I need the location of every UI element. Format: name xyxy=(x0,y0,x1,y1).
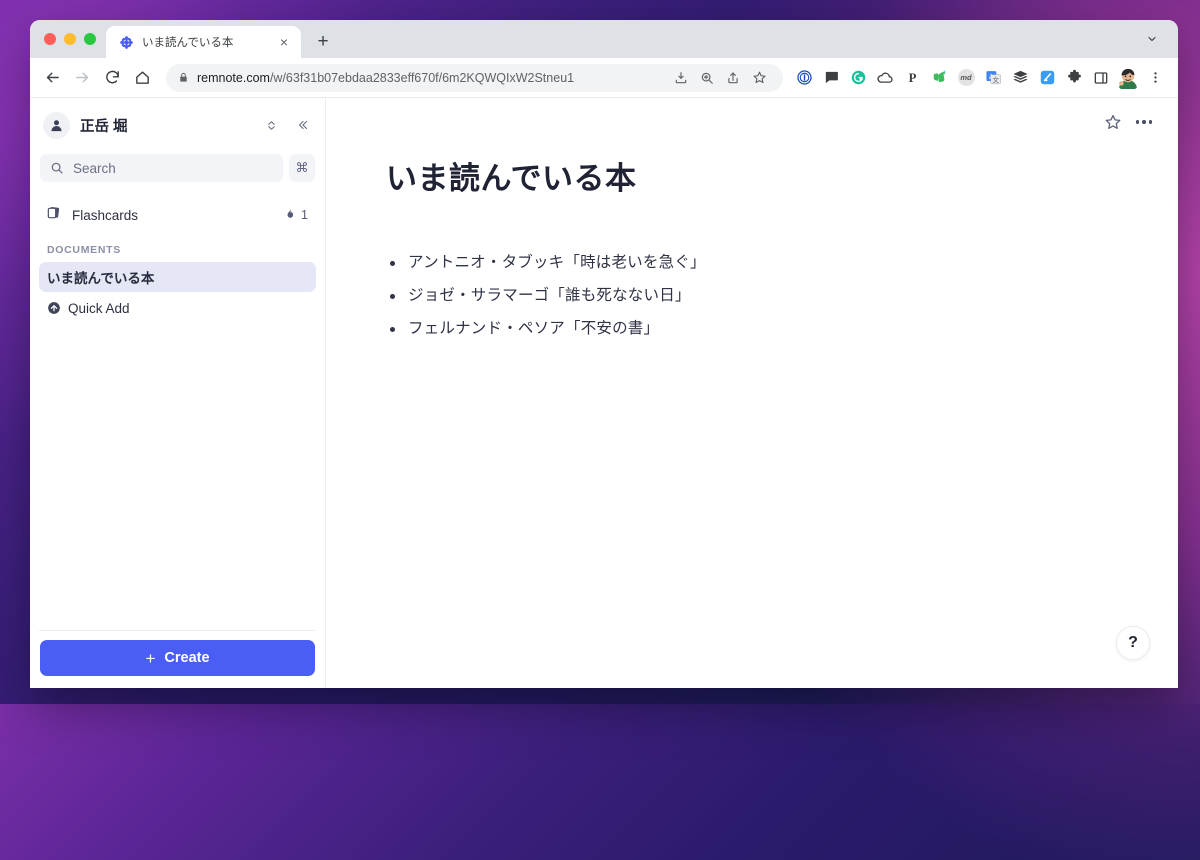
pocket-icon[interactable]: P xyxy=(899,65,925,91)
1password-icon[interactable] xyxy=(791,65,817,91)
flashcards-label: Flashcards xyxy=(72,207,139,223)
search-icon xyxy=(50,161,64,175)
help-button[interactable]: ? xyxy=(1116,626,1150,660)
list-item[interactable]: アントニオ・タブッキ「時は老いを急ぐ」 xyxy=(386,251,1118,284)
flame-icon xyxy=(284,208,296,223)
document-header-actions xyxy=(326,98,1178,138)
document-body: いま読んでいる本 アントニオ・タブッキ「時は老いを急ぐ」 ジョゼ・サラマーゴ「誰… xyxy=(326,138,1178,350)
search-input[interactable]: Search xyxy=(40,154,283,182)
new-tab-button[interactable]: + xyxy=(309,27,337,55)
address-bar[interactable]: remnote.com/w/63f31b07ebdaa2833eff670f/6… xyxy=(166,63,783,92)
evernote-icon[interactable] xyxy=(926,65,952,91)
arrow-up-circle-icon xyxy=(47,301,61,315)
remnote-logo-icon xyxy=(118,34,134,50)
list-item[interactable]: ジョゼ・サラマーゴ「誰も死なない日」 xyxy=(386,284,1118,317)
bullet-list: アントニオ・タブッキ「時は老いを急ぐ」 ジョゼ・サラマーゴ「誰も死なない日」 フ… xyxy=(386,251,1118,350)
more-horizontal-icon[interactable] xyxy=(1135,120,1152,124)
documents-section-label: DOCUMENTS xyxy=(47,244,121,256)
search-shortcut-badge[interactable]: ⌘ xyxy=(289,154,315,182)
chevron-double-left-icon[interactable] xyxy=(292,114,314,136)
sidebar-footer: + Create xyxy=(39,630,316,688)
kebab-menu-icon[interactable] xyxy=(1142,65,1168,91)
url-domain: remnote.com xyxy=(197,70,270,85)
streak-count: 1 xyxy=(301,208,308,222)
sidebar-item-flashcards[interactable]: Flashcards 1 xyxy=(39,200,316,230)
lock-icon xyxy=(178,72,189,83)
document-content: いま読んでいる本 アントニオ・タブッキ「時は老いを急ぐ」 ジョゼ・サラマーゴ「誰… xyxy=(326,98,1178,688)
minimize-window-button[interactable] xyxy=(64,33,76,45)
create-button[interactable]: + Create xyxy=(40,640,315,676)
star-icon[interactable] xyxy=(1104,113,1122,131)
cloud-icon[interactable] xyxy=(872,65,898,91)
extensions-bar: P md A文 xyxy=(791,64,1168,91)
flashcards-streak: 1 xyxy=(284,208,308,223)
sidebar: 正岳 堀 Search ⌘ Flashcards 1 DOCUMENTS いま読… xyxy=(30,98,326,688)
window-traffic-lights xyxy=(42,20,106,58)
svg-text:P: P xyxy=(908,71,916,85)
buffer-layers-icon[interactable] xyxy=(1007,65,1033,91)
sidebar-user-header[interactable]: 正岳 堀 xyxy=(39,98,316,152)
grammarly-icon[interactable] xyxy=(845,65,871,91)
puzzle-extensions-icon[interactable] xyxy=(1061,65,1087,91)
tab-strip: いま読んでいる本 × + xyxy=(30,20,1178,58)
remnote-app: 正岳 堀 Search ⌘ Flashcards 1 DOCUMENTS いま読… xyxy=(30,98,1178,688)
tab-title: いま読んでいる本 xyxy=(142,37,234,49)
home-icon[interactable] xyxy=(128,64,156,92)
quick-add-label: Quick Add xyxy=(68,300,130,316)
svg-text:文: 文 xyxy=(992,75,999,84)
cards-icon xyxy=(46,205,62,226)
arrow-left-icon[interactable] xyxy=(38,64,66,92)
chat-bubble-icon[interactable] xyxy=(818,65,844,91)
google-translate-icon[interactable]: A文 xyxy=(980,65,1006,91)
arrow-right-icon xyxy=(68,64,96,92)
omnibox-actions xyxy=(669,66,771,90)
profile-avatar-icon[interactable] xyxy=(1115,64,1141,91)
bookmark-star-icon[interactable] xyxy=(747,66,771,90)
chevron-updown-icon[interactable] xyxy=(260,114,282,136)
close-tab-button[interactable]: × xyxy=(275,33,293,51)
sidebar-user-name: 正岳 堀 xyxy=(80,118,128,135)
person-icon xyxy=(43,111,70,139)
search-placeholder: Search xyxy=(73,160,116,176)
chevron-down-icon[interactable] xyxy=(1140,28,1164,50)
create-button-label: Create xyxy=(164,650,210,666)
document-label: いま読んでいる本 xyxy=(47,271,155,286)
sidebar-document-item-active[interactable]: いま読んでいる本 xyxy=(39,262,316,292)
url-path: /w/63f31b07ebdaa2833eff670f/6m2KQWQIxW2S… xyxy=(269,70,575,85)
close-window-button[interactable] xyxy=(44,33,56,45)
sidebar-search-row: Search ⌘ xyxy=(39,152,316,182)
browser-toolbar: remnote.com/w/63f31b07ebdaa2833eff670f/6… xyxy=(30,58,1178,98)
side-panel-icon[interactable] xyxy=(1088,65,1114,91)
zoom-icon[interactable] xyxy=(695,66,719,90)
markdown-icon[interactable]: md xyxy=(953,65,979,91)
reload-icon[interactable] xyxy=(98,64,126,92)
blue-app-icon[interactable] xyxy=(1034,65,1060,91)
plus-icon: + xyxy=(145,648,156,668)
documents-list: いま読んでいる本 Quick Add xyxy=(39,262,316,323)
maximize-window-button[interactable] xyxy=(84,33,96,45)
browser-tab[interactable]: いま読んでいる本 × xyxy=(106,26,301,58)
sidebar-item-quick-add[interactable]: Quick Add xyxy=(39,293,316,323)
page-title[interactable]: いま読んでいる本 xyxy=(386,160,1118,199)
url-text: remnote.com/w/63f31b07ebdaa2833eff670f/6… xyxy=(197,71,574,85)
browser-window: いま読んでいる本 × + remnote.com/w/63f31b07ebdaa… xyxy=(30,20,1178,688)
install-icon[interactable] xyxy=(669,66,693,90)
list-item[interactable]: フェルナンド・ペソア「不安の書」 xyxy=(386,317,1118,350)
share-icon[interactable] xyxy=(721,66,745,90)
